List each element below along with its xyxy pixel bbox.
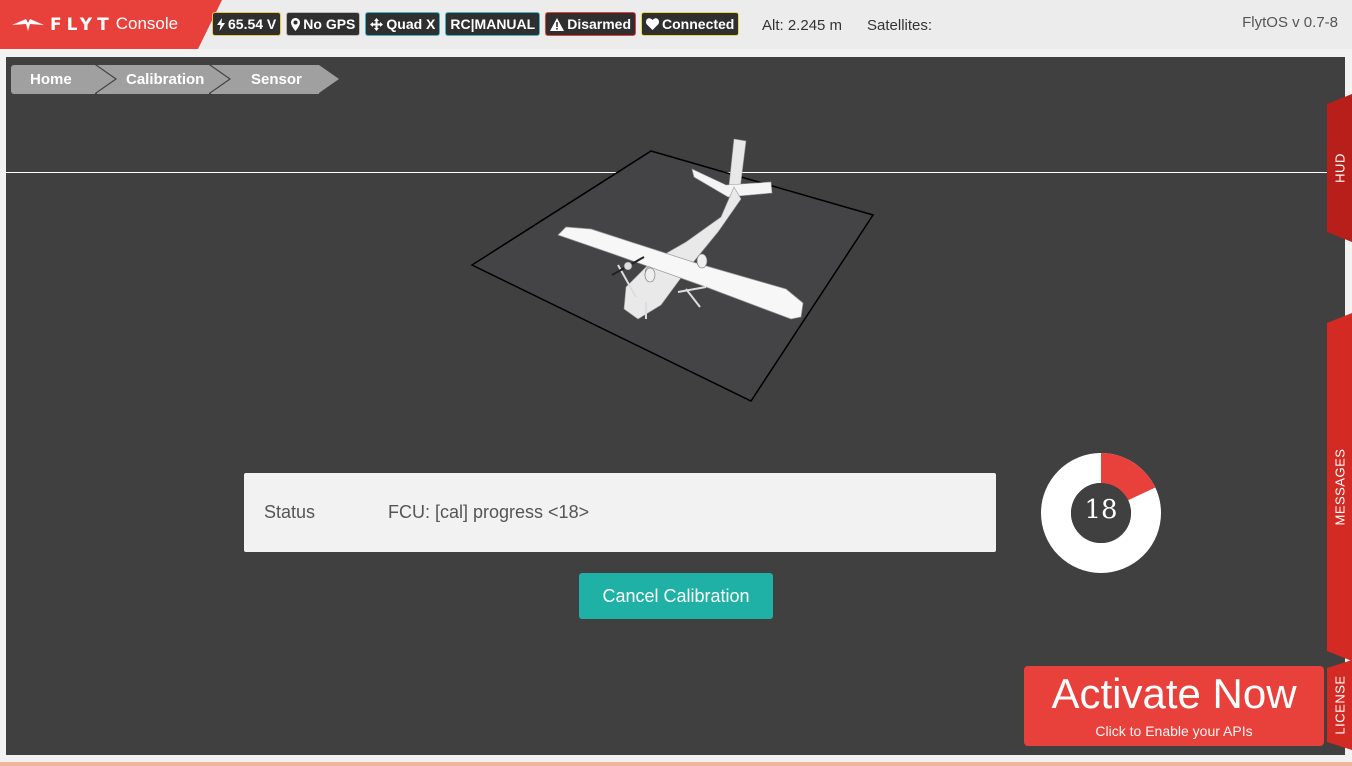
wheel-main-right [696, 253, 708, 269]
license-tab-label: LICENSE [1332, 675, 1347, 735]
frame-badge: Quad X [365, 12, 441, 36]
satellites-readout: Satellites: [867, 17, 933, 34]
gps-status: No GPS [303, 16, 356, 32]
status-message: FCU: [cal] progress <18> [388, 502, 590, 522]
hud-tab-label: HUD [1332, 153, 1347, 183]
messages-tab[interactable]: MESSAGES [1327, 313, 1352, 661]
progress-value: 18 [1084, 495, 1118, 525]
status-badges: 65.54 V No GPS Quad X RC|MANUAL Disarmed… [212, 12, 740, 36]
activate-title: Activate Now [1051, 670, 1297, 717]
logo-word: FLYT [50, 14, 114, 35]
wheel-front [644, 267, 656, 283]
altitude-readout: Alt: 2.245 m [762, 17, 843, 34]
heart-icon [646, 18, 660, 30]
top-bar: FLYT Console 65.54 V No GPS Quad X RC|MA… [0, 0, 1352, 49]
hud-tab[interactable]: HUD [1327, 94, 1352, 242]
move-arrows-icon [370, 17, 384, 31]
aircraft-3d-view [470, 138, 875, 402]
status-label: Status [264, 502, 316, 522]
cancel-calibration-button[interactable]: Cancel Calibration [579, 573, 773, 619]
arm-badge: Disarmed [545, 12, 637, 36]
frame-type: Quad X [386, 16, 436, 32]
warning-triangle-icon [550, 17, 565, 31]
voltage-badge: 65.54 V [212, 12, 282, 36]
calibration-stage: Home Calibration Sensor Status FCU: [cal… [6, 57, 1345, 755]
status-panel: Status FCU: [cal] progress <18> [244, 473, 996, 552]
arm-status: Disarmed [567, 16, 632, 32]
calibration-progress-ring: 18 [1040, 452, 1162, 574]
app-logo[interactable]: FLYT Console [0, 0, 222, 49]
bottom-accent-line [0, 762, 1352, 766]
flight-mode: RC|MANUAL [450, 16, 536, 32]
license-tab[interactable]: LICENSE [1327, 660, 1352, 750]
spinner [623, 261, 633, 271]
connection-status: Connected [662, 16, 735, 32]
flyt-wing-icon [12, 18, 44, 31]
mode-badge: RC|MANUAL [445, 12, 541, 36]
messages-tab-label: MESSAGES [1332, 448, 1347, 526]
connection-badge: Connected [641, 12, 740, 36]
gps-badge: No GPS [286, 12, 361, 36]
voltage-value: 65.54 V [228, 16, 277, 32]
version-label: FlytOS v 0.7-8 [1242, 14, 1338, 31]
lightning-icon [217, 17, 225, 31]
map-pin-icon [291, 17, 301, 31]
logo-console: Console [115, 13, 179, 33]
activate-subtitle: Click to Enable your APIs [1095, 723, 1253, 739]
activate-now-button[interactable]: Activate Now Click to Enable your APIs [1024, 666, 1324, 746]
